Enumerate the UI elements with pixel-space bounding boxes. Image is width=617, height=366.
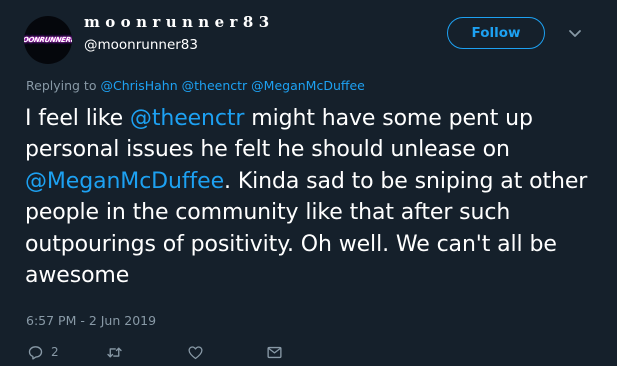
follow-button[interactable]: Follow <box>447 17 545 49</box>
tweet-text-segment: I feel like <box>25 106 130 131</box>
reply-button[interactable]: 2 <box>27 343 59 361</box>
avatar-logo-text: MOONRUNNER83 <box>24 36 72 44</box>
chevron-down-icon[interactable] <box>566 24 584 42</box>
tweet-mention-theenctr[interactable]: @theenctr <box>130 106 245 131</box>
tweet-mention-meganmcduffee[interactable]: @MeganMcDuffee <box>25 169 224 194</box>
reply-mention-theenctr[interactable]: @theenctr <box>182 78 248 93</box>
replying-to-label: Replying to <box>26 78 97 93</box>
avatar[interactable]: MOONRUNNER83 <box>24 16 72 64</box>
reply-mention-meganmcduffee[interactable]: @MeganMcDuffee <box>251 78 365 93</box>
retweet-button[interactable] <box>106 343 123 361</box>
tweet-actions: 2 <box>0 339 617 366</box>
display-name[interactable]: moonrunner83 <box>84 13 275 31</box>
user-handle[interactable]: @moonrunner83 <box>84 37 198 53</box>
reply-mention-chrishahn[interactable]: @ChrisHahn <box>100 78 177 93</box>
reply-count: 2 <box>51 345 59 359</box>
tweet-text: I feel like @theenctr might have some pe… <box>25 103 610 291</box>
direct-message-button[interactable] <box>266 343 283 361</box>
heart-icon <box>188 345 203 359</box>
like-button[interactable] <box>187 343 204 361</box>
envelope-icon <box>267 346 282 358</box>
reply-icon <box>28 345 43 360</box>
retweet-icon <box>107 347 122 357</box>
replying-to-line: Replying to @ChrisHahn @theenctr @MeganM… <box>26 78 365 93</box>
tweet-timestamp[interactable]: 6:57 PM - 2 Jun 2019 <box>26 313 156 328</box>
